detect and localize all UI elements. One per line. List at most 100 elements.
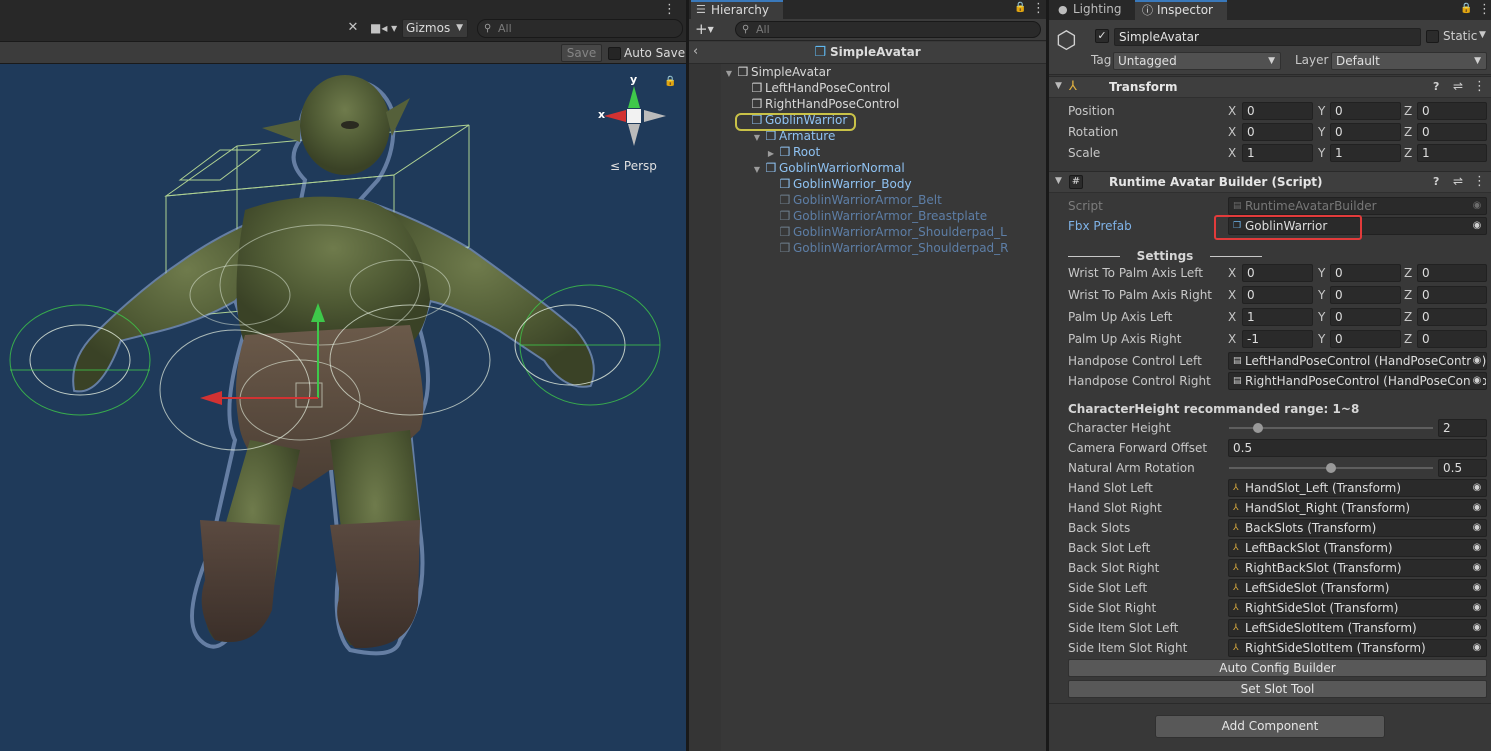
vector-z-field[interactable]: 0 xyxy=(1417,308,1487,326)
scene-tools-icon[interactable]: ✕ xyxy=(343,19,363,37)
gizmos-dropdown[interactable]: Gizmos ▼ xyxy=(402,19,468,38)
arm-rotation-field[interactable]: 0.5 xyxy=(1438,459,1487,477)
camera-offset-field[interactable]: 0.5 xyxy=(1228,439,1487,457)
object-picker-icon[interactable]: ◉ xyxy=(1471,620,1483,636)
vector-z-field[interactable]: 0 xyxy=(1417,286,1487,304)
slot-transform-field[interactable]: ⅄ RightSideSlot (Transform) ◉ xyxy=(1228,599,1487,617)
vector-y-field[interactable]: 0 xyxy=(1330,264,1401,282)
script-component-header[interactable]: ▼ # Runtime Avatar Builder (Script) ? ⇌ … xyxy=(1049,171,1491,193)
object-picker-icon[interactable]: ◉ xyxy=(1471,520,1483,536)
slot-transform-field[interactable]: ⅄ LeftSideSlot (Transform) ◉ xyxy=(1228,579,1487,597)
axis-x-label[interactable]: X xyxy=(1228,330,1236,348)
slot-transform-field[interactable]: ⅄ HandSlot_Left (Transform) ◉ xyxy=(1228,479,1487,497)
vector-y-field[interactable]: 0 xyxy=(1330,330,1401,348)
scene-view[interactable]: ⋮ ✕ ■◂ ▾ Gizmos ▼ ⚲ All Save Auto Save y… xyxy=(0,0,686,751)
slot-transform-field[interactable]: ⅄ RightSideSlotItem (Transform) ◉ xyxy=(1228,639,1487,657)
foldout-arrow-icon[interactable]: ▼ xyxy=(1055,81,1062,91)
expand-arrow-icon[interactable]: ▼ xyxy=(751,162,763,178)
object-picker-icon[interactable]: ◉ xyxy=(1471,580,1483,596)
foldout-arrow-icon[interactable]: ▼ xyxy=(1055,176,1062,186)
axis-y-label[interactable]: Y xyxy=(1318,308,1325,326)
hierarchy-item[interactable]: ❒ GoblinWarriorArmor_Shoulderpad_L xyxy=(765,224,1007,240)
axis-x-label[interactable]: X xyxy=(1228,102,1236,120)
slot-transform-field[interactable]: ⅄ LeftSideSlotItem (Transform) ◉ xyxy=(1228,619,1487,637)
tab-inspector[interactable]: ⓘ Inspector xyxy=(1135,0,1227,20)
transform-x-field[interactable]: 0 xyxy=(1242,123,1313,141)
slot-transform-field[interactable]: ⅄ RightBackSlot (Transform) ◉ xyxy=(1228,559,1487,577)
lock-icon[interactable]: 🔒 xyxy=(1014,2,1026,13)
save-button[interactable]: Save xyxy=(561,44,602,62)
object-picker-icon[interactable]: ◉ xyxy=(1471,500,1483,516)
tab-hierarchy[interactable]: ☰ Hierarchy xyxy=(691,0,783,19)
scene-menu-icon[interactable]: ⋮ xyxy=(663,2,676,17)
vector-x-field[interactable]: -1 xyxy=(1242,330,1313,348)
help-icon[interactable]: ? xyxy=(1433,175,1439,188)
hierarchy-item[interactable]: ▼ ❒ SimpleAvatar xyxy=(723,64,831,80)
axis-x-label[interactable]: X xyxy=(1228,144,1236,162)
axis-x-label[interactable]: X xyxy=(1228,264,1236,282)
active-checkbox[interactable]: ✓ xyxy=(1095,29,1109,43)
hierarchy-item[interactable]: ❒ GoblinWarrior_Body xyxy=(765,176,912,192)
object-picker-icon[interactable]: ◉ xyxy=(1471,373,1483,389)
gameobject-cube-icon[interactable]: ⬡ xyxy=(1056,26,1077,54)
tab-lighting[interactable]: ● Lighting xyxy=(1051,0,1133,20)
axis-z-label[interactable]: Z xyxy=(1404,102,1412,120)
object-name-field[interactable]: SimpleAvatar xyxy=(1114,28,1421,46)
object-picker-icon[interactable]: ◉ xyxy=(1471,600,1483,616)
axis-x-label[interactable]: X xyxy=(1228,308,1236,326)
axis-z-label[interactable]: Z xyxy=(1404,286,1412,304)
add-object-button[interactable]: +▼ xyxy=(695,20,714,38)
character-height-slider-thumb[interactable] xyxy=(1253,423,1264,433)
axis-z-label[interactable]: Z xyxy=(1404,330,1412,348)
vector-z-field[interactable]: 0 xyxy=(1417,264,1487,282)
camera-icon[interactable]: ■◂ ▾ xyxy=(370,19,398,37)
expand-arrow-icon[interactable]: ▼ xyxy=(723,66,735,82)
axis-y-label[interactable]: Y xyxy=(1318,102,1325,120)
hierarchy-item[interactable]: ▶ ❒ Root xyxy=(765,144,820,160)
lock-icon[interactable]: 🔒 xyxy=(664,76,676,87)
vector-y-field[interactable]: 0 xyxy=(1330,286,1401,304)
transform-x-field[interactable]: 1 xyxy=(1242,144,1313,162)
axis-y-label[interactable]: Y xyxy=(1318,123,1325,141)
lock-icon[interactable]: 🔒 xyxy=(1460,3,1472,14)
transform-z-field[interactable]: 1 xyxy=(1417,144,1487,162)
axis-y-label[interactable]: Y xyxy=(1318,144,1325,162)
axis-z-label[interactable]: Z xyxy=(1404,123,1412,141)
autosave-checkbox[interactable] xyxy=(608,47,621,60)
component-menu-icon[interactable]: ⋮ xyxy=(1473,79,1486,94)
transform-z-field[interactable]: 0 xyxy=(1417,102,1487,120)
tag-dropdown[interactable]: Untagged ▼ xyxy=(1113,52,1281,70)
vector-x-field[interactable]: 1 xyxy=(1242,308,1313,326)
layer-dropdown[interactable]: Default ▼ xyxy=(1331,52,1487,70)
vector-x-field[interactable]: 0 xyxy=(1242,286,1313,304)
presets-icon[interactable]: ⇌ xyxy=(1453,79,1463,93)
hierarchy-search-input[interactable]: ⚲ All xyxy=(735,21,1041,38)
axis-x-label[interactable]: X xyxy=(1228,123,1236,141)
hierarchy-item[interactable]: ▼ ❒ GoblinWarriorNormal xyxy=(751,160,905,176)
slot-transform-field[interactable]: ⅄ BackSlots (Transform) ◉ xyxy=(1228,519,1487,537)
presets-icon[interactable]: ⇌ xyxy=(1453,174,1463,188)
slot-transform-field[interactable]: ⅄ LeftBackSlot (Transform) ◉ xyxy=(1228,539,1487,557)
slot-transform-field[interactable]: ⅄ HandSlot_Right (Transform) ◉ xyxy=(1228,499,1487,517)
component-menu-icon[interactable]: ⋮ xyxy=(1473,174,1486,189)
hierarchy-item[interactable]: ❒ RightHandPoseControl xyxy=(737,96,900,112)
help-icon[interactable]: ? xyxy=(1433,80,1439,93)
persp-toggle[interactable]: ≤ Persp xyxy=(610,159,657,173)
axis-y-label[interactable]: Y xyxy=(1318,264,1325,282)
axis-x-label[interactable]: X xyxy=(1228,286,1236,304)
vector-z-field[interactable]: 0 xyxy=(1417,330,1487,348)
character-height-field[interactable]: 2 xyxy=(1438,419,1487,437)
object-picker-icon[interactable]: ◉ xyxy=(1471,218,1483,234)
hierarchy-item[interactable]: ❒ LeftHandPoseControl xyxy=(737,80,891,96)
vector-x-field[interactable]: 0 xyxy=(1242,264,1313,282)
axis-z-label[interactable]: Z xyxy=(1404,264,1412,282)
object-picker-icon[interactable]: ◉ xyxy=(1471,480,1483,496)
axis-y-label[interactable]: Y xyxy=(1318,330,1325,348)
axis-z-label[interactable]: Z xyxy=(1404,144,1412,162)
inspector-menu-icon[interactable]: ⋮ xyxy=(1478,2,1491,17)
axis-z-label[interactable]: Z xyxy=(1404,308,1412,326)
add-component-button[interactable]: Add Component xyxy=(1155,715,1385,738)
transform-y-field[interactable]: 0 xyxy=(1330,123,1401,141)
hierarchy-item[interactable]: ❒ GoblinWarriorArmor_Shoulderpad_R xyxy=(765,240,1009,256)
hierarchy-item[interactable]: ❒ GoblinWarriorArmor_Belt xyxy=(765,192,942,208)
